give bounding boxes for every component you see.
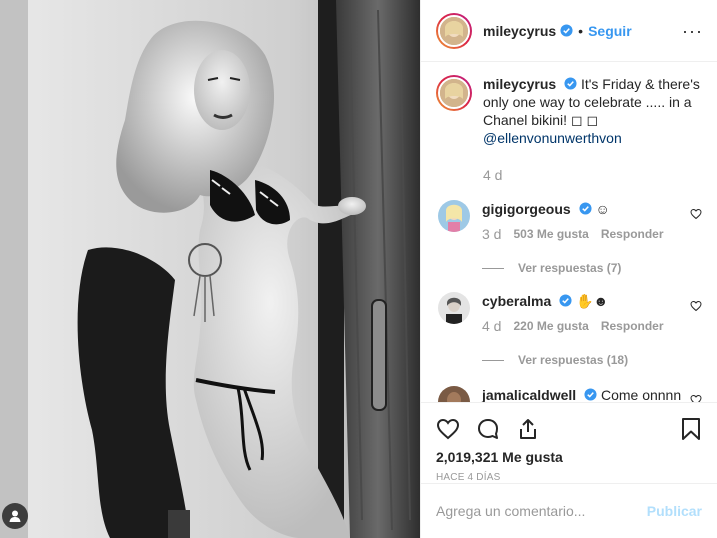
post-header: mileycyrus • Seguir ··· — [421, 0, 717, 62]
comment-item: gigigorgeous ☺ 3 d 503 Me gusta Responde… — [436, 200, 702, 243]
commenter-avatar[interactable] — [438, 386, 470, 402]
commenter-username[interactable]: gigigorgeous — [482, 201, 571, 217]
caption-avatar[interactable] — [436, 75, 472, 111]
comment-time[interactable]: 4 d — [482, 317, 501, 335]
commenter-avatar[interactable] — [438, 200, 470, 232]
publish-button[interactable]: Publicar — [647, 503, 702, 519]
commenter-username[interactable]: jamalicaldwell — [482, 387, 576, 402]
view-replies-label: Ver respuestas (7) — [518, 261, 622, 275]
likes-count[interactable]: 2,019,321 Me gusta — [436, 449, 702, 465]
caption-time: 4 d — [483, 167, 503, 183]
view-replies-label: Ver respuestas (18) — [518, 353, 629, 367]
bookmark-icon — [682, 418, 700, 440]
replies-divider — [482, 359, 504, 361]
view-replies-button[interactable]: Ver respuestas (7) — [482, 261, 702, 275]
save-button[interactable] — [662, 409, 702, 449]
comments-list[interactable]: mileycyrus It's Friday & there's only on… — [421, 63, 717, 402]
heart-icon — [436, 418, 460, 440]
comment-item: jamalicaldwell Come onnnn — [436, 386, 702, 402]
verified-badge-icon — [584, 388, 597, 401]
commenter-avatar[interactable] — [438, 292, 470, 324]
user-tag-button[interactable] — [2, 503, 28, 529]
follow-button[interactable]: Seguir — [588, 23, 632, 39]
share-icon — [520, 419, 536, 439]
more-options-icon[interactable]: ··· — [682, 22, 703, 40]
view-replies-button[interactable]: Ver respuestas (18) — [482, 353, 702, 367]
comment-text: ✋☻ — [576, 293, 609, 309]
share-button[interactable] — [516, 409, 556, 449]
comment-meta: 4 d 220 Me gusta Responder — [482, 317, 664, 335]
caption-text-block: mileycyrus It's Friday & there's only on… — [483, 75, 702, 147]
caption-username[interactable]: mileycyrus — [483, 76, 556, 92]
commenter-username[interactable]: cyberalma — [482, 293, 551, 309]
post-image — [0, 0, 420, 538]
user-tag-icon — [9, 510, 21, 522]
post-photo[interactable] — [0, 0, 420, 538]
comment-button[interactable] — [476, 409, 516, 449]
comment-heart-icon[interactable] — [690, 394, 702, 402]
verified-badge-icon — [559, 294, 572, 307]
comment-likes[interactable]: 503 Me gusta — [513, 225, 588, 243]
action-bar — [436, 403, 702, 455]
comment-likes[interactable]: 220 Me gusta — [513, 317, 588, 335]
comment-input[interactable] — [436, 503, 647, 519]
add-comment-bar: Publicar — [421, 483, 717, 538]
like-button[interactable] — [436, 409, 476, 449]
comment-text: Come onnnn — [600, 387, 682, 402]
post-caption: mileycyrus It's Friday & there's only on… — [436, 63, 702, 147]
instagram-post: mileycyrus • Seguir ··· mileycyrus It's … — [0, 0, 717, 538]
comment-icon — [478, 419, 498, 439]
replies-divider — [482, 267, 504, 269]
verified-badge-icon — [560, 24, 573, 37]
reply-button[interactable]: Responder — [601, 225, 664, 243]
comment-text: ☺ — [595, 201, 610, 217]
author-username[interactable]: mileycyrus — [483, 23, 556, 39]
caption-emoji: ◻ ◻ — [570, 112, 599, 128]
comment-item: cyberalma ✋☻ 4 d 220 Me gusta Responder — [436, 292, 702, 335]
post-timestamp[interactable]: HACE 4 DÍAS — [436, 472, 702, 483]
post-actions-section: 2,019,321 Me gusta HACE 4 DÍAS — [421, 402, 717, 483]
verified-badge-icon — [579, 202, 592, 215]
verified-badge-icon — [564, 77, 577, 90]
author-avatar[interactable] — [436, 12, 472, 49]
post-sidebar: mileycyrus • Seguir ··· mileycyrus It's … — [420, 0, 717, 538]
comment-heart-icon[interactable] — [690, 208, 702, 220]
reply-button[interactable]: Responder — [601, 317, 664, 335]
comment-meta: 3 d 503 Me gusta Responder — [482, 225, 664, 243]
caption-mention[interactable]: @ellenvonunwerthvon — [483, 130, 622, 146]
comment-time[interactable]: 3 d — [482, 225, 501, 243]
header-separator: • — [578, 22, 584, 39]
comment-heart-icon[interactable] — [690, 300, 702, 312]
